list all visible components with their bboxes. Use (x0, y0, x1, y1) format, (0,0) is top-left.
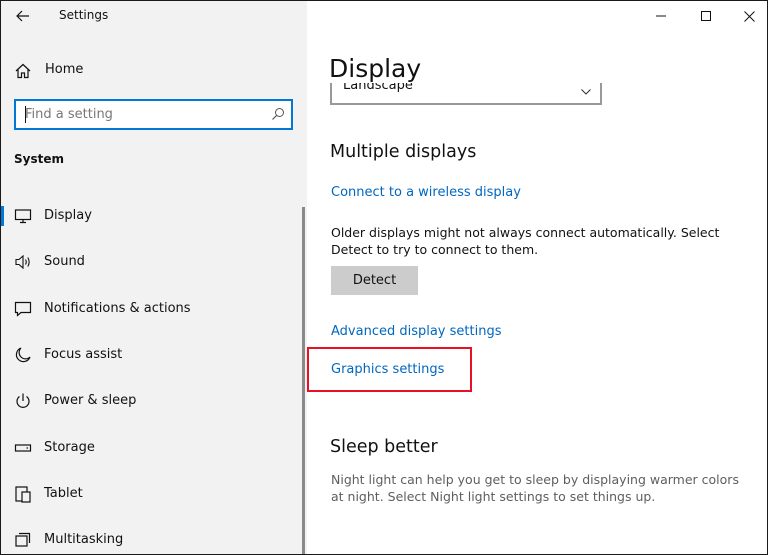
page-title: Display (329, 54, 422, 83)
sidebar-scrollbar[interactable] (302, 207, 305, 554)
multitasking-icon (15, 532, 31, 547)
sidebar-item-focus-assist[interactable]: Focus assist (1, 337, 301, 373)
minimize-icon (656, 15, 666, 17)
back-button[interactable] (13, 7, 33, 25)
orientation-dropdown[interactable]: Landscape (330, 83, 602, 105)
sidebar-item-home[interactable]: Home (1, 55, 301, 85)
back-arrow-icon (16, 10, 29, 22)
sidebar-item-tablet[interactable]: Tablet (1, 476, 301, 512)
power-icon (16, 393, 30, 408)
sidebar: Settings Home System Display (1, 1, 307, 554)
home-icon (15, 63, 31, 79)
moon-icon (15, 347, 31, 363)
monitor-icon (14, 209, 32, 224)
maximize-button[interactable] (683, 1, 729, 31)
search-box[interactable] (14, 99, 293, 130)
sidebar-item-label: Display (44, 208, 92, 223)
advanced-display-settings-link[interactable]: Advanced display settings (331, 324, 501, 339)
maximize-icon (701, 11, 711, 21)
sidebar-item-sound[interactable]: Sound (1, 244, 301, 280)
speaker-icon (15, 254, 30, 270)
app-title: Settings (59, 8, 109, 22)
sidebar-item-label: Multitasking (44, 532, 124, 547)
close-icon (743, 10, 755, 22)
notification-icon (14, 301, 32, 317)
orientation-value: Landscape (343, 83, 413, 93)
graphics-settings-link[interactable]: Graphics settings (331, 362, 444, 377)
sidebar-item-label: Storage (44, 440, 95, 455)
sidebar-item-notifications[interactable]: Notifications & actions (1, 291, 301, 327)
multiple-displays-heading: Multiple displays (330, 142, 477, 162)
tablet-icon (15, 486, 31, 503)
sidebar-item-label: Power & sleep (44, 393, 137, 408)
sidebar-item-label: Focus assist (44, 347, 123, 362)
sidebar-item-label: Tablet (44, 486, 83, 501)
chevron-down-icon (581, 89, 591, 95)
search-icon[interactable] (271, 107, 285, 121)
text-caret (25, 106, 26, 123)
sidebar-item-label: Notifications & actions (44, 301, 191, 316)
storage-icon (14, 444, 32, 452)
detect-description: Older displays might not always connect … (331, 225, 720, 257)
sidebar-item-storage[interactable]: Storage (1, 430, 301, 466)
search-input[interactable] (16, 101, 266, 128)
detect-button[interactable]: Detect (331, 266, 418, 295)
sidebar-item-power-sleep[interactable]: Power & sleep (1, 383, 301, 419)
sidebar-item-label: Sound (44, 254, 85, 269)
sidebar-item-display[interactable]: Display (1, 198, 301, 234)
minimize-button[interactable] (638, 1, 684, 31)
close-button[interactable] (726, 1, 767, 31)
sidebar-item-label: Home (45, 62, 84, 77)
night-light-description: Night light can help you get to sleep by… (331, 472, 739, 504)
sidebar-item-multitasking[interactable]: Multitasking (1, 522, 301, 554)
settings-window: Settings Home System Display (0, 0, 768, 555)
sleep-better-heading: Sleep better (330, 437, 438, 457)
section-label-system: System (14, 152, 64, 166)
connect-wireless-display-link[interactable]: Connect to a wireless display (331, 185, 521, 200)
